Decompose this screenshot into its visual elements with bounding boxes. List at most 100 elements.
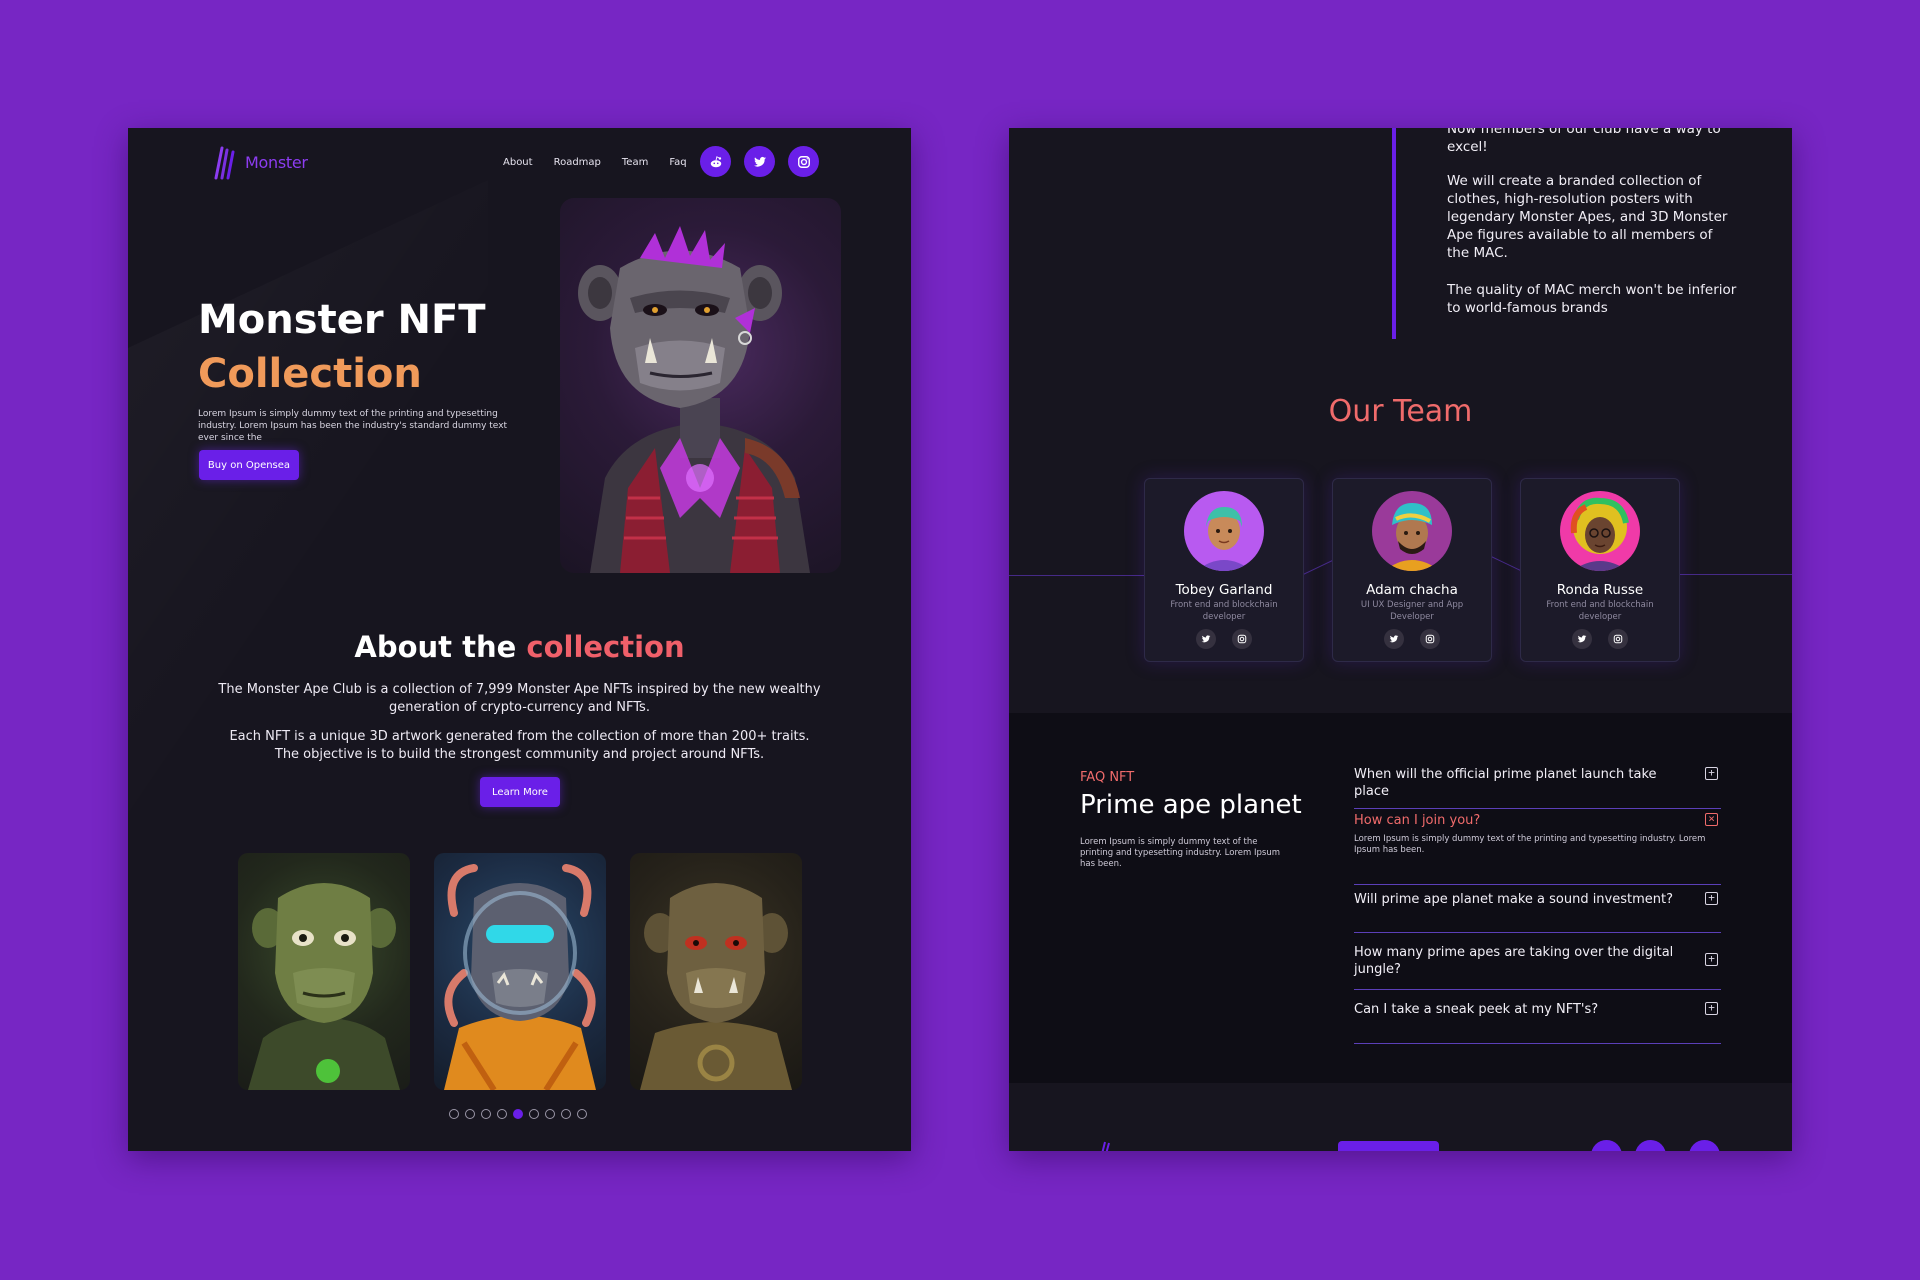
green-ape-illustration — [248, 883, 400, 1090]
hero-description: Lorem Ipsum is simply dummy text of the … — [198, 409, 508, 443]
instagram-icon — [1237, 634, 1247, 644]
nav-links: About Roadmap Team Faq — [503, 157, 708, 168]
carousel-dot[interactable] — [497, 1109, 507, 1119]
team-title: Our Team — [1328, 394, 1473, 429]
nav-link-faq[interactable]: Faq — [669, 157, 686, 168]
member-name: Ronda Russe — [1556, 582, 1644, 598]
faq-item[interactable]: How many prime apes are taking over the … — [1354, 941, 1721, 990]
nav-link-team[interactable]: Team — [622, 157, 648, 168]
faq-kicker: FAQ NFT — [1080, 770, 1135, 785]
about-paragraph-2: Each NFT is a unique 3D artwork generate… — [229, 729, 810, 762]
faq-question[interactable]: How many prime apes are taking over the … — [1354, 944, 1684, 978]
twitter-icon — [1201, 635, 1211, 643]
member-name: Tobey Garland — [1175, 582, 1273, 598]
faq-description: Lorem Ipsum is simply dummy text of the … — [1080, 837, 1280, 869]
nav-link-about[interactable]: About — [503, 157, 533, 168]
nav-link-roadmap[interactable]: Roadmap — [554, 157, 601, 168]
team-card-ronda: Ronda Russe Front end and blockchain dev… — [1520, 478, 1680, 662]
story-paragraph-2: We will create a branded collection of c… — [1447, 173, 1728, 261]
member-instagram-button[interactable] — [1608, 629, 1628, 649]
instagram-icon — [797, 155, 810, 168]
faq-question[interactable]: How can I join you? — [1354, 812, 1684, 829]
hero-title: Monster NFT Collection — [198, 293, 486, 401]
member-instagram-button[interactable] — [1420, 629, 1440, 649]
footer — [1009, 1083, 1792, 1151]
gallery-nft-2[interactable] — [434, 853, 606, 1090]
expand-plus-icon[interactable]: + — [1705, 892, 1718, 905]
carousel-dot[interactable] — [449, 1109, 459, 1119]
hero-title-line1: Monster NFT — [198, 297, 486, 343]
logo-claw-icon — [214, 146, 235, 180]
about-title: About the collection — [128, 630, 911, 664]
member-role: Front end and blockchain developer — [1170, 600, 1278, 622]
faq-title: Prime ape planet — [1080, 790, 1302, 820]
expand-plus-icon[interactable]: + — [1705, 953, 1718, 966]
carousel-dot[interactable] — [545, 1109, 555, 1119]
faq-item[interactable]: When will the official prime planet laun… — [1354, 765, 1721, 809]
faq-item[interactable]: Will prime ape planet make a sound inves… — [1354, 888, 1721, 933]
logo-claw-icon — [1101, 1141, 1110, 1151]
member-twitter-button[interactable] — [1384, 629, 1404, 649]
faq-answer: Lorem Ipsum is simply dummy text of the … — [1354, 834, 1706, 855]
expand-plus-icon[interactable]: + — [1705, 1002, 1718, 1015]
expand-plus-icon[interactable]: + — [1705, 767, 1718, 780]
carousel-dot[interactable] — [577, 1109, 587, 1119]
carousel-dot[interactable] — [465, 1109, 475, 1119]
twitter-icon — [1577, 635, 1587, 643]
instagram-icon — [1613, 634, 1623, 644]
footer-button[interactable] — [1338, 1141, 1439, 1151]
carousel-dot-active[interactable] — [513, 1109, 523, 1119]
twitter-icon — [1389, 635, 1399, 643]
faq-question[interactable]: Will prime ape planet make a sound inves… — [1354, 891, 1684, 908]
monster-ape-illustration — [578, 226, 810, 573]
about-title-highlight: collection — [526, 630, 685, 664]
faq-item[interactable]: Can I take a sneak peek at my NFT's? + — [1354, 998, 1721, 1044]
armored-ape-illustration — [640, 883, 792, 1090]
member-name: Adam chacha — [1366, 582, 1458, 598]
team-card-tobey: Tobey Garland Front end and blockchain d… — [1144, 478, 1304, 662]
reddit-icon — [710, 155, 721, 167]
avatar — [1560, 491, 1640, 571]
navbar: Monster About Roadmap Team Faq — [128, 128, 911, 198]
footer-instagram-button[interactable] — [1689, 1140, 1720, 1151]
landing-page-bottom: Now members of our club have a way to ex… — [1009, 128, 1792, 1151]
faq-section: FAQ NFT Prime ape planet Lorem Ipsum is … — [1009, 713, 1792, 1083]
faq-question[interactable]: Can I take a sneak peek at my NFT's? — [1354, 1001, 1684, 1018]
avatar — [1184, 491, 1264, 571]
avatar — [1372, 491, 1452, 571]
instagram-icon — [1425, 634, 1435, 644]
member-twitter-button[interactable] — [1196, 629, 1216, 649]
carousel-dot[interactable] — [481, 1109, 491, 1119]
carousel-dot[interactable] — [561, 1109, 571, 1119]
story-accent-bar — [1392, 128, 1396, 339]
gallery-nft-3[interactable] — [630, 853, 802, 1090]
gallery-nft-1[interactable] — [238, 853, 410, 1090]
carousel-dot[interactable] — [529, 1109, 539, 1119]
footer-reddit-button[interactable] — [1591, 1140, 1622, 1151]
learn-more-button[interactable]: Learn More — [480, 777, 560, 807]
logo-text: Monster — [245, 152, 308, 172]
member-role: Front end and blockchain developer — [1546, 600, 1654, 622]
about-paragraph-1: The Monster Ape Club is a collection of … — [218, 682, 821, 715]
member-instagram-button[interactable] — [1232, 629, 1252, 649]
about-title-part1: About the — [354, 630, 527, 664]
buy-on-opensea-button[interactable]: Buy on Opensea — [199, 450, 299, 480]
background-shape — [128, 180, 488, 896]
footer-twitter-button[interactable] — [1635, 1140, 1666, 1151]
member-twitter-button[interactable] — [1572, 629, 1592, 649]
landing-page-top: Monster About Roadmap Team Faq Monster N… — [128, 128, 911, 1151]
team-connector — [1009, 575, 1144, 576]
faq-item-open[interactable]: How can I join you? × Lorem Ipsum is sim… — [1354, 811, 1721, 885]
faq-question[interactable]: When will the official prime planet laun… — [1354, 766, 1684, 800]
hero-title-line2: Collection — [198, 351, 422, 397]
hero-nft-image — [560, 198, 841, 573]
reddit-button[interactable] — [700, 146, 731, 177]
twitter-button[interactable] — [744, 146, 775, 177]
astronaut-ape-illustration — [444, 864, 596, 1090]
collapse-x-icon[interactable]: × — [1705, 813, 1718, 826]
carousel-dots — [449, 1109, 593, 1119]
logo[interactable]: Monster — [212, 144, 308, 180]
instagram-button[interactable] — [788, 146, 819, 177]
avatar-illustration — [1384, 503, 1440, 571]
member-role: UI UX Designer and App Developer — [1360, 600, 1464, 622]
